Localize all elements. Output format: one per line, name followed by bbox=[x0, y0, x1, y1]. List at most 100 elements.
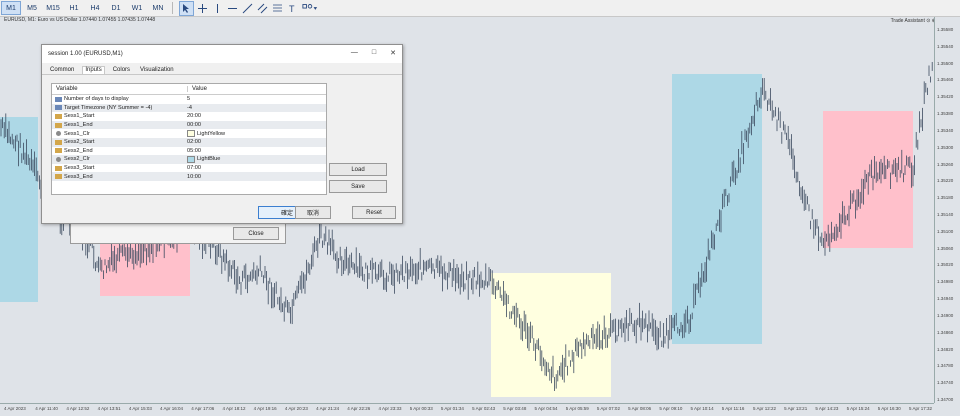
inputs-table: Variable Value Number of days to display… bbox=[51, 83, 327, 195]
time-tick-label: 4 Apr 18:12 bbox=[222, 406, 246, 411]
price-tick-label: 1.35100 bbox=[937, 228, 954, 234]
text-icon[interactable]: T bbox=[286, 2, 299, 15]
vertical-line-icon[interactable] bbox=[211, 2, 224, 15]
price-tick-label: 1.35420 bbox=[937, 94, 954, 100]
variable-value[interactable]: -4 bbox=[187, 105, 192, 111]
time-tick-label: 5 Apr 07:02 bbox=[596, 406, 620, 411]
table-row[interactable]: Sess2_Start 02:00 bbox=[52, 137, 326, 147]
price-tick-label: 1.35220 bbox=[937, 178, 954, 184]
price-tick-label: 1.34740 bbox=[937, 380, 954, 386]
variable-value[interactable]: LightYellow bbox=[197, 131, 225, 137]
time-tick-label: 5 Apr 10:14 bbox=[690, 406, 714, 411]
price-tick-label: 1.35380 bbox=[937, 111, 954, 117]
fibonacci-icon[interactable] bbox=[271, 2, 284, 15]
tab-colors[interactable]: Colors bbox=[111, 67, 132, 74]
time-tick-label: 5 Apr 14:23 bbox=[815, 406, 839, 411]
variable-value[interactable]: 05:00 bbox=[187, 148, 201, 154]
cancel-button[interactable]: 取消 bbox=[295, 206, 331, 219]
background-dialog: Close bbox=[70, 222, 286, 244]
maximize-icon[interactable]: □ bbox=[372, 49, 376, 57]
table-row[interactable]: Sess2_Clr LightBlue bbox=[52, 155, 326, 164]
dialog-title-bar[interactable]: session 1.00 (EURUSD,M1) — □ ✕ bbox=[42, 45, 402, 63]
text-param-icon bbox=[55, 139, 62, 145]
save-button[interactable]: Save bbox=[329, 180, 387, 193]
color-swatch[interactable] bbox=[187, 155, 195, 163]
timeframe-mn[interactable]: MN bbox=[148, 1, 168, 15]
time-axis[interactable]: 4 Apr 2023 4 Apr 11:40 4 Apr 12:52 4 Apr 13… bbox=[0, 403, 934, 416]
color-param-icon bbox=[56, 156, 61, 162]
minimize-icon[interactable]: — bbox=[351, 49, 358, 57]
variable-name: Sess3_Start bbox=[64, 165, 95, 172]
variable-value[interactable]: 5 bbox=[187, 96, 190, 102]
timeframe-m5[interactable]: M5 bbox=[22, 1, 42, 15]
price-tick-label: 1.35260 bbox=[937, 161, 954, 167]
variable-value[interactable]: 02:00 bbox=[187, 139, 201, 145]
variable-value[interactable]: LightBlue bbox=[197, 156, 220, 162]
time-tick-label: 5 Apr 03:48 bbox=[503, 406, 527, 411]
table-row[interactable]: Sess1_Clr LightYellow bbox=[52, 129, 326, 138]
price-tick-label: 1.35460 bbox=[937, 77, 954, 83]
horizontal-line-icon[interactable] bbox=[226, 2, 239, 15]
tab-visualization[interactable]: Visualization bbox=[138, 67, 176, 74]
table-row[interactable]: Sess2_End 05:00 bbox=[52, 147, 326, 156]
close-button[interactable]: Close bbox=[233, 227, 279, 240]
variable-value[interactable]: 10:00 bbox=[187, 174, 201, 180]
table-row[interactable]: Sess1_Start 20:00 bbox=[52, 112, 326, 121]
table-row[interactable]: Sess3_End 10:00 bbox=[52, 172, 326, 181]
timeframe-w1[interactable]: W1 bbox=[127, 1, 147, 15]
dialog-tabs: Common Inputs Colors Visualization bbox=[42, 63, 402, 75]
session-box[interactable] bbox=[672, 74, 762, 344]
reset-button[interactable]: Reset bbox=[352, 206, 396, 219]
price-tick-label: 1.34980 bbox=[937, 279, 954, 285]
price-axis[interactable]: 1.35580 1.35540 1.35500 1.35460 1.35420 1.353… bbox=[934, 17, 960, 403]
variable-name: Sess3_End bbox=[64, 173, 93, 180]
color-param-icon bbox=[56, 131, 61, 137]
trade-assistant-label[interactable]: Trade Assistant ⊙ ⊕ bbox=[891, 18, 936, 24]
text-param-icon bbox=[55, 122, 62, 128]
dialog-title: session 1.00 (EURUSD,M1) bbox=[48, 51, 123, 57]
table-row[interactable]: Number of days to display 5 bbox=[52, 95, 326, 104]
variable-value[interactable]: 00:00 bbox=[187, 122, 201, 128]
timeframe-d1[interactable]: D1 bbox=[106, 1, 126, 15]
time-tick-label: 4 Apr 13:51 bbox=[97, 406, 121, 411]
tab-inputs[interactable]: Inputs bbox=[82, 66, 105, 74]
load-button[interactable]: Load bbox=[329, 163, 387, 176]
variable-value[interactable]: 20:00 bbox=[187, 113, 201, 119]
column-variable[interactable]: Variable bbox=[52, 86, 188, 92]
timeframe-group: M1 M5 M15 H1 H4 D1 W1 MN bbox=[0, 1, 168, 15]
price-tick-label: 1.35580 bbox=[937, 27, 954, 32]
time-tick-label: 4 Apr 16:04 bbox=[160, 406, 184, 411]
text-param-icon bbox=[55, 165, 62, 171]
time-tick-label: 5 Apr 15:24 bbox=[846, 406, 870, 411]
crosshair-icon[interactable] bbox=[179, 0, 194, 16]
time-tick-label: 4 Apr 11:40 bbox=[35, 406, 58, 411]
table-row[interactable]: Target Timezone (NY Summer = -4) -4 bbox=[52, 103, 326, 113]
shapes-icon[interactable] bbox=[301, 2, 319, 15]
trendline-icon[interactable] bbox=[241, 2, 254, 15]
table-body: Number of days to display 5 Target Timezon… bbox=[52, 95, 326, 181]
table-row[interactable]: Sess3_Start 07:00 bbox=[52, 164, 326, 173]
table-row[interactable]: Sess1_End 00:00 bbox=[52, 120, 326, 130]
variable-value[interactable]: 07:00 bbox=[187, 165, 201, 171]
chart-title: EURUSD, M1: Euro vs US Dollar 1.07440 1.… bbox=[4, 17, 156, 23]
cursor-cross-icon[interactable] bbox=[196, 2, 209, 15]
tab-common[interactable]: Common bbox=[48, 67, 76, 74]
time-tick-label: 5 Apr 01:34 bbox=[440, 406, 464, 411]
time-tick-label: 5 Apr 09:10 bbox=[659, 406, 683, 411]
price-tick-label: 1.34700 bbox=[937, 397, 954, 402]
window-buttons: — □ ✕ bbox=[351, 49, 396, 57]
timeframe-m1[interactable]: M1 bbox=[1, 1, 21, 15]
toolbar-separator bbox=[172, 2, 173, 14]
timeframe-h1[interactable]: H1 bbox=[64, 1, 84, 15]
timeframe-h4[interactable]: H4 bbox=[85, 1, 105, 15]
table-scrollbar[interactable] bbox=[326, 84, 327, 194]
time-tick-label: 4 Apr 12:52 bbox=[66, 406, 90, 411]
color-swatch[interactable] bbox=[187, 130, 195, 138]
svg-text:T: T bbox=[289, 4, 295, 14]
variable-name: Sess2_Start bbox=[64, 139, 95, 146]
channel-icon[interactable] bbox=[256, 2, 269, 15]
price-tick-label: 1.34900 bbox=[937, 312, 954, 318]
timeframe-m15[interactable]: M15 bbox=[43, 1, 63, 15]
column-value[interactable]: Value bbox=[188, 86, 207, 92]
close-icon[interactable]: ✕ bbox=[390, 49, 396, 57]
